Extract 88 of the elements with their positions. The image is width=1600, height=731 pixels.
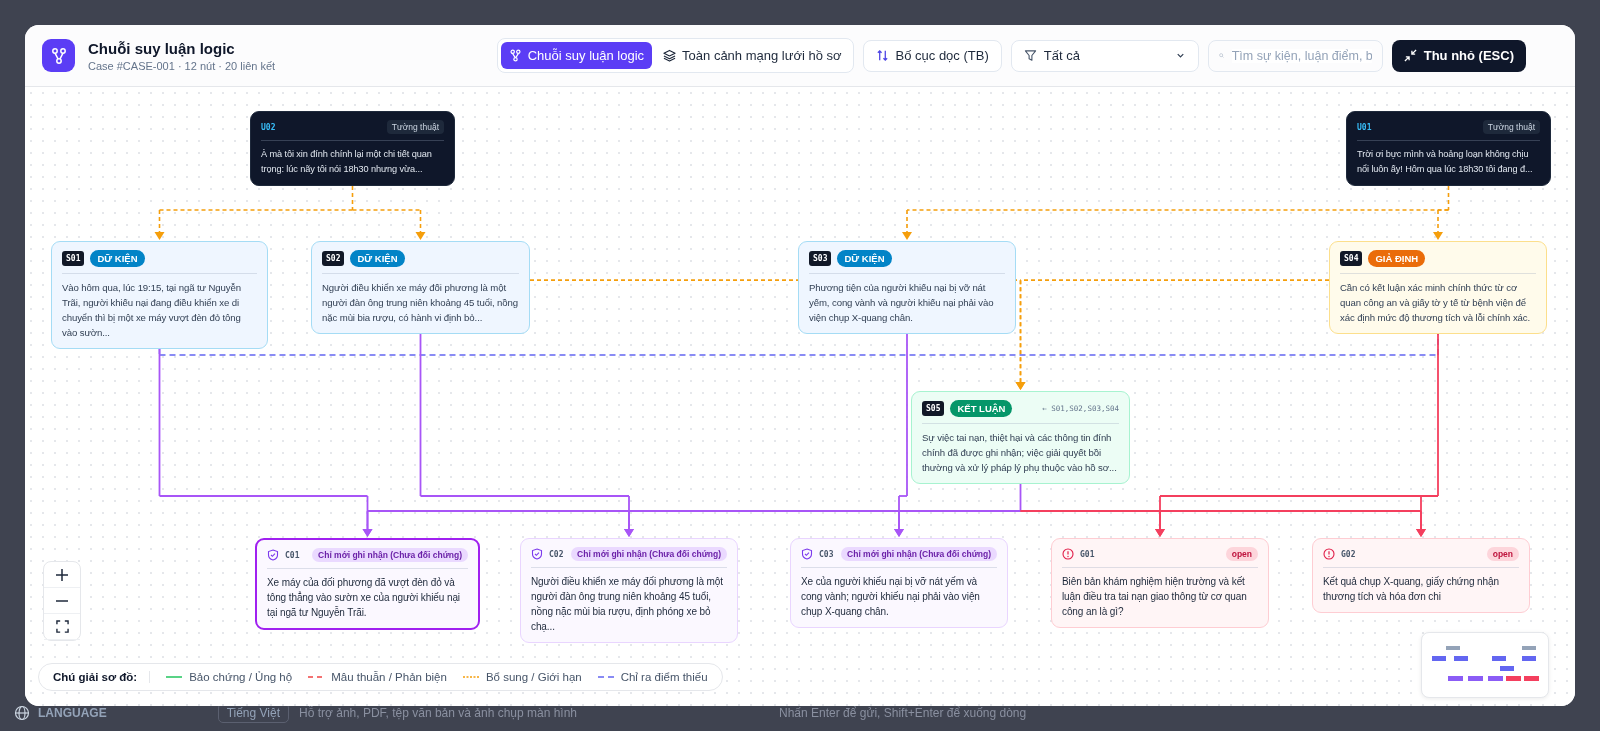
layers-icon [663, 49, 677, 62]
status-badge: Chỉ mới ghi nhận (Chưa đối chứng) [571, 547, 727, 561]
node-id: S01 [62, 251, 85, 266]
legend-label: Chỉ ra điểm thiếu [620, 671, 708, 683]
line-sample-icon [597, 675, 614, 679]
statement-card[interactable]: S04 GIẢ ĐỊNH Cần có kết luận xác minh chính thức từ cơ quan công an và giấy tờ y tế từ bệnh viện để xác định mức độ thương tích và lỗi chính xác. [1329, 241, 1547, 334]
statement-card[interactable]: S02 DỮ KIỆN Người điều khiển xe máy đối phương là một người đàn ông trung niên khoảng 45 tuổi, nồng nặc mùi bia rượu, có hành vi định bỏ... [311, 241, 530, 334]
upload-hint: Hỗ trợ ảnh, PDF, tệp văn bản và ảnh chụp màn hình [299, 706, 579, 720]
kind-label: DỮ KIỆN [90, 250, 145, 267]
utterance-card[interactable]: U01 Tường thuật Trời ơi bực mình và hoảng loạn không chịu nổi luôn ấy! Hôm qua lúc 18h30 tôi đang đ... [1346, 111, 1551, 186]
shield-icon [531, 548, 543, 560]
node-text: Trời ơi bực mình và hoảng loạn không chịu nổi luôn ấy! Hôm qua lúc 18h30 tôi đang đ... [1357, 148, 1534, 176]
alert-icon [1323, 548, 1335, 560]
node-tag: Tường thuật [386, 120, 444, 134]
node-text: Người điều khiển xe máy đối phương là một người đàn ông trung niên khoảng 45 tuổi, nồng nặc mùi bia rượu, định phóng xe bỏ chạ... [531, 575, 724, 634]
window-title: Chuỗi suy luận logic [88, 39, 236, 57]
status-badge: Chỉ mới ghi nhận (Chưa đối chứng) [312, 548, 468, 562]
connector-arrow [1155, 495, 1165, 537]
status-badge: open [1225, 547, 1258, 561]
kind-label: DỮ KIỆN [350, 250, 405, 267]
globe-icon [14, 705, 30, 721]
view-tab[interactable]: Toàn cảnh mạng lưới hồ sơ [655, 42, 850, 69]
claim-card[interactable]: C01 Chỉ mới ghi nhận (Chưa đối chứng) Xe máy của đối phương đã vượt đèn đỏ và tông thẳng vào sườn xe của người khiếu nại tại ngã tư Nguyễn Trãi. [255, 538, 480, 630]
question-card[interactable]: G01 open Biên bản khám nghiệm hiện trường và kết luận điều tra tai nạn giao thông từ cơ quan công an là gì? [1051, 538, 1269, 628]
node-id: S04 [1340, 251, 1363, 266]
node-id: S05 [922, 401, 945, 416]
plus-icon [55, 567, 69, 582]
kind-label: KẾT LUẬN [950, 400, 1013, 417]
line-sample-icon [308, 675, 325, 679]
language-label: LANGUAGE [38, 706, 107, 720]
connector-arrow [902, 209, 912, 240]
node-id: U02 [261, 122, 277, 132]
claim-card[interactable]: C02 Chỉ mới ghi nhận (Chưa đối chứng) Người điều khiển xe máy đối phương là một người đàn ông trung niên khoảng 45 tuổi, nồng nặc mùi bia rượu, định phóng xe bỏ chạ... [520, 538, 738, 643]
shield-icon [801, 548, 813, 560]
connector-arrow [1416, 495, 1426, 537]
statement-card[interactable]: S01 DỮ KIỆN Vào hôm qua, lúc 19:15, tại ngã tư Nguyễn Trãi, người khiếu nại đang điều khiển xe di chuyển thì bị một xe máy vượt đèn đỏ tông vào sườn... [51, 241, 268, 349]
connector-arrow [415, 209, 426, 240]
claim-card[interactable]: C03 Chỉ mới ghi nhận (Chưa đối chứng) Xe của người khiếu nại bị vỡ nát yếm và cong vành; người khiếu nại phải vào viện chụp X-quang chân. [790, 538, 1008, 628]
send-hint: Nhấn Enter để gửi, Shift+Enter để xuống dòng [779, 706, 1028, 720]
node-text: Xe máy của đối phương đã vượt đèn đỏ và tông thẳng vào sườn xe của người khiếu nại tại ngã tư Nguyễn Trãi. [267, 576, 461, 620]
view-tab[interactable]: Chuỗi suy luận logic [500, 42, 653, 69]
search-field[interactable]: Tìm sự kiện, luận điểm, b [1207, 39, 1383, 72]
node-text: Xe của người khiếu nại bị vỡ nát yếm và cong vành; người khiếu nại phải vào viện chụp X-quang chân. [801, 575, 981, 619]
line-sample-icon [462, 675, 479, 679]
node-text: Sự việc tai nạn, thiệt hại và các thông tin đính chính đã được ghi nhận; việc giải quyết bồi thường và xử lý pháp lý phụ thuộc vào hồ sơ... [922, 431, 1118, 475]
filter-dropdown[interactable]: Tất cả [1010, 39, 1199, 72]
minimize-button[interactable]: Thu nhỏ (ESC) [1391, 39, 1526, 72]
node-text: À mà tôi xin đính chính lại một chi tiết quan trọng: lúc nãy tôi nói 18h30 nhưng vừa... [261, 148, 433, 176]
node-id: C01 [285, 550, 301, 560]
node-id: C02 [549, 549, 565, 559]
question-card[interactable]: G02 open Kết quả chụp X-quang, giấy chứng nhận thương tích và hóa đơn chi [1312, 538, 1530, 613]
case-subtitle: Case #CASE-001 · 12 nút · 20 liên kết [88, 59, 276, 72]
node-id: S03 [809, 251, 832, 266]
alert-icon [1062, 548, 1074, 560]
node-text: Biên bản khám nghiệm hiện trường và kết luận điều tra tai nạn giao thông từ cơ quan công an là gì? [1062, 575, 1248, 619]
kind-label: DỮ KIỆN [837, 250, 892, 267]
kind-label: GIẢ ĐỊNH [1368, 250, 1426, 267]
shield-icon [267, 549, 279, 561]
node-id: G01 [1080, 549, 1096, 559]
connector-arrow [1433, 209, 1443, 240]
legend-label: Mâu thuẫn / Phản biện [331, 671, 447, 683]
legend-label: Bổ sung / Giới hạn [485, 671, 582, 683]
statement-card[interactable]: S03 DỮ KIỆN Phương tiện của người khiếu nại bị vỡ nát yếm, cong vành và người khiếu nại phải vào viện chụp X-quang chân. [798, 241, 1016, 334]
minimize-icon [1403, 49, 1417, 62]
network-icon [508, 49, 522, 62]
node-text: Người điều khiển xe máy đối phương là một người đàn ông trung niên khoảng 45 tuổi, nồng nặc mùi bia rượu, có hành vi định bỏ... [322, 281, 519, 325]
status-badge: open [1486, 547, 1519, 561]
node-text: Kết quả chụp X-quang, giấy chứng nhận thương tích và hóa đơn chi [1323, 575, 1500, 604]
node-tag: Tường thuật [1482, 120, 1540, 134]
minus-icon [55, 599, 69, 602]
node-id: U01 [1357, 122, 1373, 132]
sort-arrows-icon [875, 49, 889, 62]
node-text: Phương tiện của người khiếu nại bị vỡ nát yếm, cong vành và người khiếu nại phải vào viện chụp X-quang chân. [809, 281, 995, 325]
utterance-card[interactable]: U02 Tường thuật À mà tôi xin đính chính lại một chi tiết quan trọng: lúc nãy tôi nói 18h30 nhưng vừa... [250, 111, 455, 186]
node-text: Vào hôm qua, lúc 19:15, tại ngã tư Nguyễn Trãi, người khiếu nại đang điều khiển xe di chuyển thì bị một xe máy vượt đèn đỏ tông vào sườn... [62, 281, 242, 340]
connector-arrow [154, 209, 165, 240]
layout-button[interactable]: Bố cục dọc (TB) [862, 39, 1002, 72]
node-id: S02 [322, 251, 345, 266]
filter-icon [1023, 49, 1037, 62]
node-id: G02 [1341, 549, 1357, 559]
network-icon [42, 39, 75, 72]
legend-label: Bảo chứng / Ủng hộ [189, 671, 293, 683]
node-text: Cần có kết luận xác minh chính thức từ cơ quan công an và giấy tờ y tế từ bệnh viện để xác định mức độ thương tích và lỗi chính xác. [1340, 281, 1532, 325]
legend-title: Chú giải sơ đồ: [53, 671, 151, 683]
line-sample-icon [166, 675, 183, 679]
status-badge: Chỉ mới ghi nhận (Chưa đối chứng) [841, 547, 997, 561]
fullscreen-icon [55, 620, 69, 633]
node-id: C03 [819, 549, 835, 559]
